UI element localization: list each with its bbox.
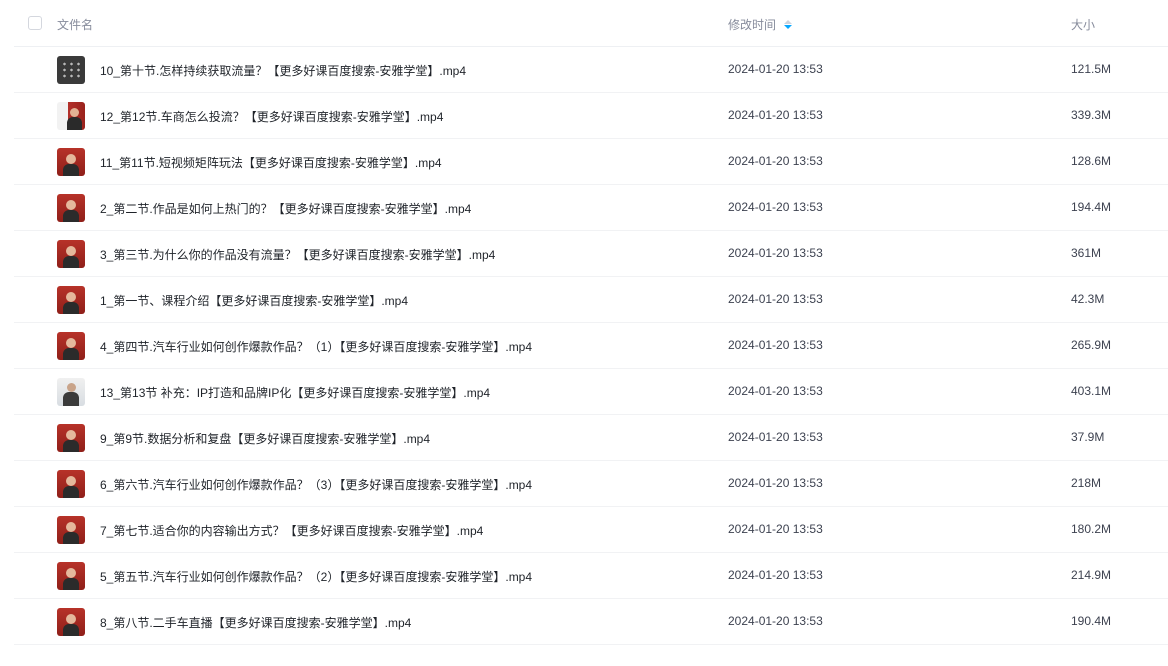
table-row[interactable]: 1_第一节、课程介绍【更多好课百度搜索-安雅学堂】.mp4 2024-01-20 … [14,277,1168,323]
file-name[interactable]: 6_第六节.汽车行业如何创作爆款作品？（3）【更多好课百度搜索-安雅学堂】.mp… [100,476,532,493]
table-row[interactable]: 7_第七节.适合你的内容输出方式？【更多好课百度搜索-安雅学堂】.mp4 2024… [14,507,1168,553]
file-name[interactable]: 13_第13节 补充：IP打造和品牌IP化【更多好课百度搜索-安雅学堂】.mp4 [100,384,490,401]
file-size: 37.9M [1071,430,1105,444]
file-name[interactable]: 9_第9节.数据分析和复盘【更多好课百度搜索-安雅学堂】.mp4 [100,430,430,447]
column-header-size[interactable]: 大小 [1071,16,1095,33]
video-thumbnail[interactable] [57,562,85,590]
file-name[interactable]: 3_第三节.为什么你的作品没有流量？【更多好课百度搜索-安雅学堂】.mp4 [100,246,495,263]
file-size: 339.3M [1071,108,1112,122]
file-rows: 10_第十节.怎样持续获取流量？【更多好课百度搜索-安雅学堂】.mp4 2024-… [14,47,1168,645]
table-row[interactable]: 2_第二节.作品是如何上热门的？【更多好课百度搜索-安雅学堂】.mp4 2024-… [14,185,1168,231]
video-thumbnail[interactable] [57,424,85,452]
table-header: 文件名 修改时间 大小 [14,0,1168,47]
table-row[interactable]: 12_第12节.车商怎么投流？【更多好课百度搜索-安雅学堂】.mp4 2024-0… [14,93,1168,139]
file-size: 218M [1071,476,1102,490]
file-size: 265.9M [1071,338,1112,352]
file-name[interactable]: 1_第一节、课程介绍【更多好课百度搜索-安雅学堂】.mp4 [100,292,408,309]
modified-time: 2024-01-20 13:53 [728,430,823,444]
video-thumbnail[interactable] [57,608,85,636]
file-name[interactable]: 11_第11节.短视频矩阵玩法【更多好课百度搜索-安雅学堂】.mp4 [100,154,442,171]
file-size: 403.1M [1071,384,1112,398]
modified-time: 2024-01-20 13:53 [728,476,823,490]
column-header-modified-time-label: 修改时间 [728,18,777,32]
file-size: 194.4M [1071,200,1112,214]
file-name[interactable]: 8_第八节.二手车直播【更多好课百度搜索-安雅学堂】.mp4 [100,614,411,631]
file-name[interactable]: 7_第七节.适合你的内容输出方式？【更多好课百度搜索-安雅学堂】.mp4 [100,522,483,539]
file-name[interactable]: 4_第四节.汽车行业如何创作爆款作品？（1）【更多好课百度搜索-安雅学堂】.mp… [100,338,532,355]
file-name[interactable]: 5_第五节.汽车行业如何创作爆款作品？（2）【更多好课百度搜索-安雅学堂】.mp… [100,568,532,585]
file-size: 42.3M [1071,292,1105,306]
modified-time: 2024-01-20 13:53 [728,62,823,76]
modified-time: 2024-01-20 13:53 [728,614,823,628]
video-thumbnail[interactable] [57,378,85,406]
column-header-filename[interactable]: 文件名 [57,16,93,33]
file-list-table: 文件名 修改时间 大小 10_第十节.怎样持续获取流量？【更多好课百度搜索-安雅… [14,0,1168,645]
video-thumbnail[interactable] [57,286,85,314]
select-all-checkbox[interactable] [28,16,42,30]
modified-time: 2024-01-20 13:53 [728,200,823,214]
file-name[interactable]: 12_第12节.车商怎么投流？【更多好课百度搜索-安雅学堂】.mp4 [100,108,443,125]
modified-time: 2024-01-20 13:53 [728,522,823,536]
table-row[interactable]: 4_第四节.汽车行业如何创作爆款作品？（1）【更多好课百度搜索-安雅学堂】.mp… [14,323,1168,369]
file-name[interactable]: 10_第十节.怎样持续获取流量？【更多好课百度搜索-安雅学堂】.mp4 [100,62,466,79]
sort-icon[interactable] [784,20,793,29]
video-thumbnail[interactable] [57,516,85,544]
table-row[interactable]: 3_第三节.为什么你的作品没有流量？【更多好课百度搜索-安雅学堂】.mp4 202… [14,231,1168,277]
modified-time: 2024-01-20 13:53 [728,246,823,260]
video-thumbnail[interactable] [57,102,85,130]
table-row[interactable]: 8_第八节.二手车直播【更多好课百度搜索-安雅学堂】.mp4 2024-01-20… [14,599,1168,645]
video-thumbnail[interactable] [57,332,85,360]
column-header-modified-time[interactable]: 修改时间 [728,16,793,33]
video-thumbnail[interactable] [57,148,85,176]
modified-time: 2024-01-20 13:53 [728,568,823,582]
table-row[interactable]: 5_第五节.汽车行业如何创作爆款作品？（2）【更多好课百度搜索-安雅学堂】.mp… [14,553,1168,599]
modified-time: 2024-01-20 13:53 [728,292,823,306]
file-size: 180.2M [1071,522,1112,536]
file-size: 128.6M [1071,154,1112,168]
file-size: 190.4M [1071,614,1112,628]
file-size: 121.5M [1071,62,1112,76]
table-row[interactable]: 11_第11节.短视频矩阵玩法【更多好课百度搜索-安雅学堂】.mp4 2024-0… [14,139,1168,185]
file-name[interactable]: 2_第二节.作品是如何上热门的？【更多好课百度搜索-安雅学堂】.mp4 [100,200,471,217]
table-row[interactable]: 6_第六节.汽车行业如何创作爆款作品？（3）【更多好课百度搜索-安雅学堂】.mp… [14,461,1168,507]
modified-time: 2024-01-20 13:53 [728,154,823,168]
file-size: 361M [1071,246,1102,260]
video-thumbnail[interactable] [57,56,85,84]
modified-time: 2024-01-20 13:53 [728,108,823,122]
video-thumbnail[interactable] [57,470,85,498]
video-thumbnail[interactable] [57,240,85,268]
modified-time: 2024-01-20 13:53 [728,338,823,352]
table-row[interactable]: 9_第9节.数据分析和复盘【更多好课百度搜索-安雅学堂】.mp4 2024-01-… [14,415,1168,461]
video-thumbnail[interactable] [57,194,85,222]
table-row[interactable]: 13_第13节 补充：IP打造和品牌IP化【更多好课百度搜索-安雅学堂】.mp4… [14,369,1168,415]
file-size: 214.9M [1071,568,1112,582]
table-row[interactable]: 10_第十节.怎样持续获取流量？【更多好课百度搜索-安雅学堂】.mp4 2024-… [14,47,1168,93]
modified-time: 2024-01-20 13:53 [728,384,823,398]
